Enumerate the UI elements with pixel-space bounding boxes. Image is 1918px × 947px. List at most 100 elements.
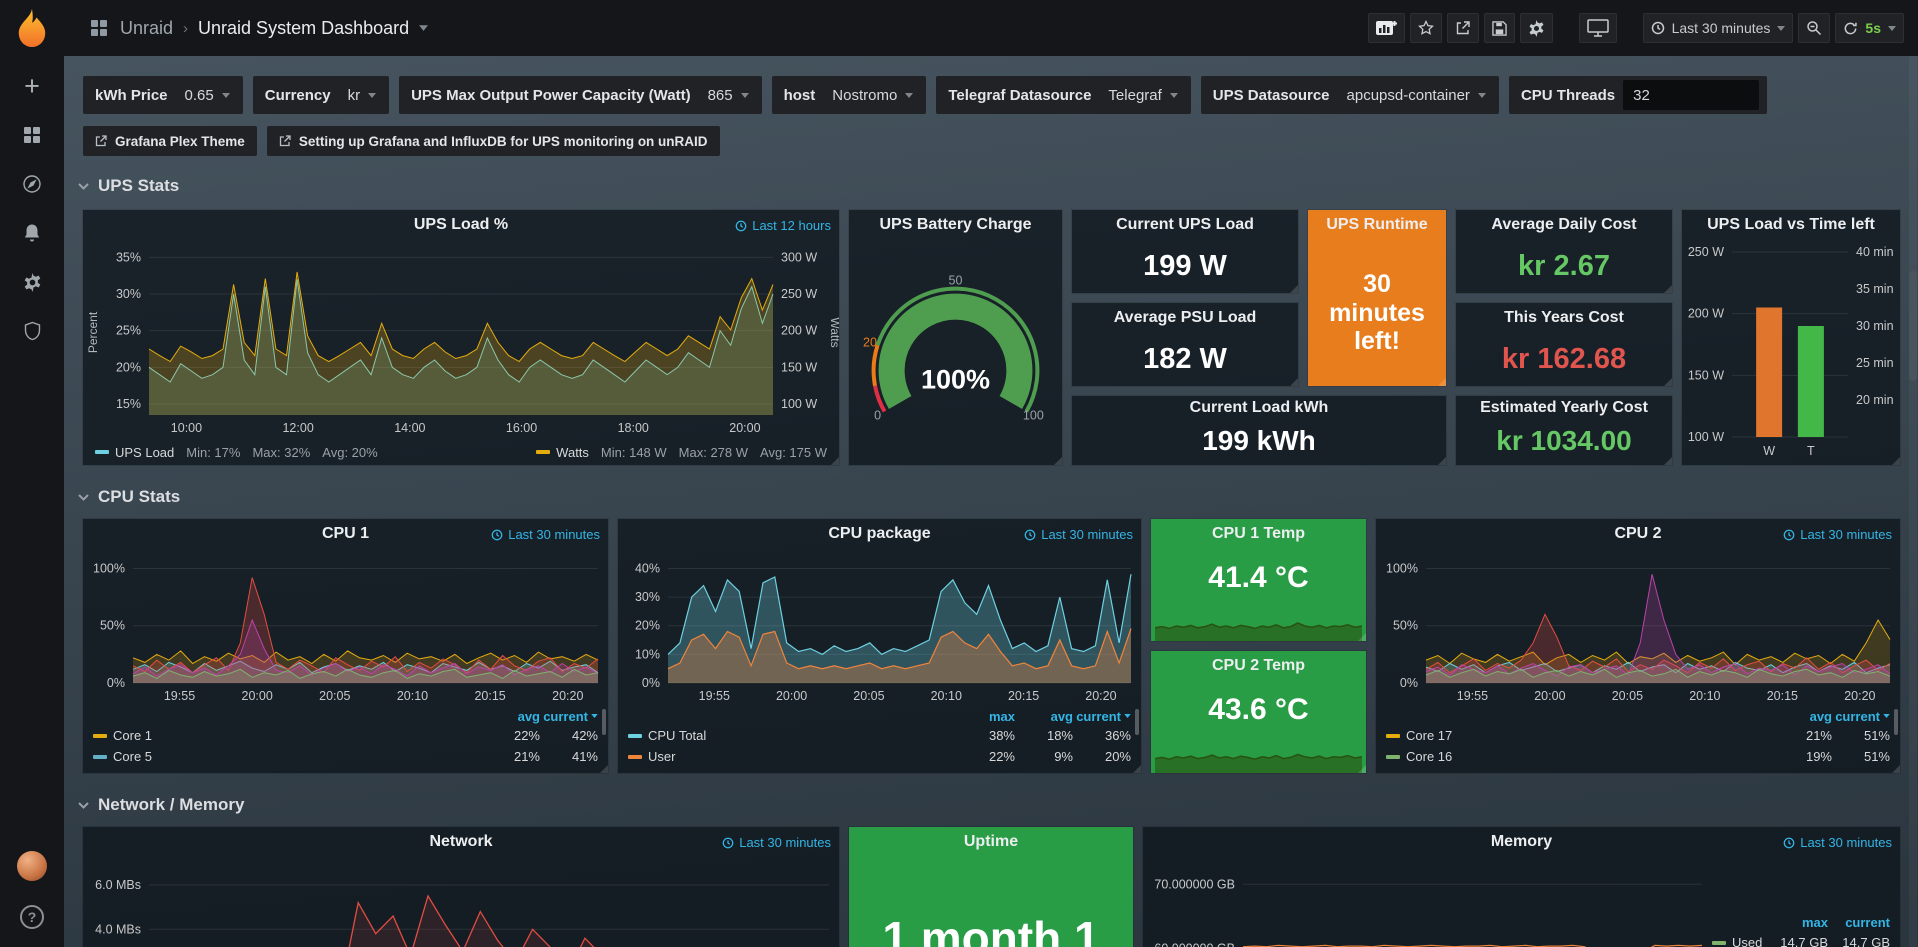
svg-text:20:05: 20:05 (319, 689, 350, 703)
var-host[interactable]: host Nostromo (772, 76, 927, 114)
panel-title[interactable]: CPU 2 (1614, 525, 1661, 543)
svg-text:20:15: 20:15 (1008, 689, 1039, 703)
create-icon[interactable]: + (21, 75, 43, 97)
panel-title[interactable]: UPS Load vs Time left (1707, 216, 1875, 234)
share-button[interactable] (1447, 13, 1479, 43)
legend-series[interactable]: Core 17 (1406, 728, 1452, 743)
legend-series[interactable]: Core 1 (113, 728, 152, 743)
svg-text:100: 100 (1023, 408, 1044, 422)
link-ups-monitoring-guide[interactable]: Setting up Grafana and InfluxDB for UPS … (267, 126, 720, 156)
explore-compass-icon[interactable] (21, 173, 43, 195)
legend-series[interactable]: User (648, 749, 675, 764)
title-caret-icon[interactable] (419, 25, 428, 31)
legend-sort-current[interactable]: current (1828, 915, 1890, 930)
chevron-down-icon (78, 183, 89, 190)
panel-title[interactable]: Average Daily Cost (1491, 216, 1636, 234)
svg-text:20:05: 20:05 (1612, 689, 1643, 703)
dashboards-icon[interactable] (21, 124, 43, 146)
tv-mode-button[interactable] (1579, 13, 1617, 43)
cpu-threads-input[interactable] (1623, 80, 1759, 110)
panel-title[interactable]: Average PSU Load (1114, 309, 1257, 327)
panel-title[interactable]: UPS Battery Charge (879, 216, 1031, 234)
link-grafana-plex-theme[interactable]: Grafana Plex Theme (83, 126, 257, 156)
legend-sort-max[interactable]: max (957, 709, 1015, 724)
legend-row: Core 122%42% (93, 725, 598, 746)
legend-sort-current[interactable]: current (1832, 709, 1890, 724)
apps-grid-icon[interactable] (88, 17, 110, 39)
scrollbar-track[interactable] (1909, 56, 1917, 947)
panel-title[interactable]: UPS Load % (414, 216, 508, 234)
panel-title[interactable]: CPU package (828, 525, 930, 543)
panel-time-range: Last 30 minutes (1783, 835, 1892, 850)
panel-title[interactable]: Uptime (964, 833, 1018, 851)
legend-series[interactable]: Watts (556, 445, 589, 460)
refresh-button[interactable]: 5s (1835, 13, 1904, 43)
legend-series[interactable]: UPS Load (115, 445, 174, 460)
var-telegraf-datasource[interactable]: Telegraf Datasource Telegraf (936, 76, 1190, 114)
svg-text:100 W: 100 W (781, 397, 817, 411)
legend-scrollbar[interactable] (1894, 709, 1898, 735)
svg-text:25 min: 25 min (1856, 356, 1894, 370)
row-header-network-memory[interactable]: Network / Memory (78, 795, 244, 815)
user-avatar[interactable] (17, 851, 47, 881)
save-button[interactable] (1484, 13, 1515, 43)
breadcrumb-root[interactable]: Unraid (120, 18, 173, 39)
stat-value: 30 minutes left! (1308, 240, 1446, 386)
legend: UPS LoadMin: 17%Max: 32%Avg: 20% WattsMi… (83, 439, 839, 465)
clock-icon (1783, 529, 1795, 541)
legend-series[interactable]: Core 5 (113, 749, 152, 764)
panel-title[interactable]: CPU 2 Temp (1212, 657, 1305, 675)
sidebar: + ? (0, 0, 64, 947)
panel-title[interactable]: CPU 1 Temp (1212, 525, 1305, 543)
sparkline (1151, 601, 1366, 641)
legend-row: Core 521%41% (93, 746, 598, 767)
panel-ups-battery-charge: UPS Battery Charge 02050100100% (849, 210, 1062, 465)
legend-series[interactable]: CPU Total (648, 728, 706, 743)
legend-sort-current[interactable]: current (540, 709, 598, 724)
panel-title[interactable]: Current UPS Load (1116, 216, 1254, 234)
svg-text:35%: 35% (116, 250, 141, 264)
var-currency[interactable]: Currency kr (253, 76, 389, 114)
grafana-logo-icon[interactable] (11, 7, 53, 49)
clock-icon (735, 220, 747, 232)
time-range-picker[interactable]: Last 30 minutes (1643, 13, 1794, 43)
admin-shield-icon[interactable] (21, 320, 43, 342)
legend-series[interactable]: Used (1732, 935, 1762, 947)
add-panel-button[interactable] (1368, 13, 1405, 43)
svg-text:20:20: 20:20 (1844, 689, 1875, 703)
var-ups-max-output[interactable]: UPS Max Output Power Capacity (Watt) 865 (399, 76, 762, 114)
stat-value: 1 month 1 (849, 857, 1133, 947)
help-icon[interactable]: ? (20, 905, 44, 929)
legend-scrollbar[interactable] (1135, 709, 1139, 735)
dashboard-title[interactable]: Unraid System Dashboard (198, 18, 409, 39)
legend: avgcurrent Core 1721%51% Core 1619%51% (1386, 707, 1890, 767)
scrollbar-thumb[interactable] (1909, 271, 1917, 381)
legend-scrollbar[interactable] (602, 709, 606, 735)
stat-value: kr 2.67 (1456, 240, 1672, 293)
svg-text:70.000000 GB: 70.000000 GB (1154, 877, 1235, 891)
panel-title[interactable]: Memory (1491, 833, 1552, 851)
panel-title[interactable]: UPS Runtime (1326, 216, 1427, 234)
alerting-bell-icon[interactable] (21, 222, 43, 244)
panel-title[interactable]: CPU 1 (322, 525, 369, 543)
svg-text:20:15: 20:15 (1767, 689, 1798, 703)
settings-gear-button[interactable] (1520, 13, 1553, 43)
legend-sort-current[interactable]: current (1073, 709, 1131, 724)
zoom-out-button[interactable] (1798, 13, 1830, 43)
panel-title[interactable]: Estimated Yearly Cost (1480, 399, 1648, 417)
var-kwh-price[interactable]: kWh Price 0.65 (83, 76, 243, 114)
legend-sort-avg[interactable]: avg (1774, 709, 1832, 724)
legend-sort-max[interactable]: max (1766, 915, 1828, 930)
legend-series[interactable]: Core 16 (1406, 749, 1452, 764)
panel-title[interactable]: Network (429, 833, 492, 851)
clock-icon (722, 837, 734, 849)
legend-sort-avg[interactable]: avg (1015, 709, 1073, 724)
legend-sort-avg[interactable]: avg (482, 709, 540, 724)
row-header-ups-stats[interactable]: UPS Stats (78, 176, 179, 196)
panel-title[interactable]: Current Load kWh (1190, 399, 1329, 417)
star-button[interactable] (1410, 13, 1442, 43)
configuration-gear-icon[interactable] (21, 271, 43, 293)
var-ups-datasource[interactable]: UPS Datasource apcupsd-container (1201, 76, 1499, 114)
row-header-cpu-stats[interactable]: CPU Stats (78, 487, 180, 507)
panel-title[interactable]: This Years Cost (1504, 309, 1624, 327)
